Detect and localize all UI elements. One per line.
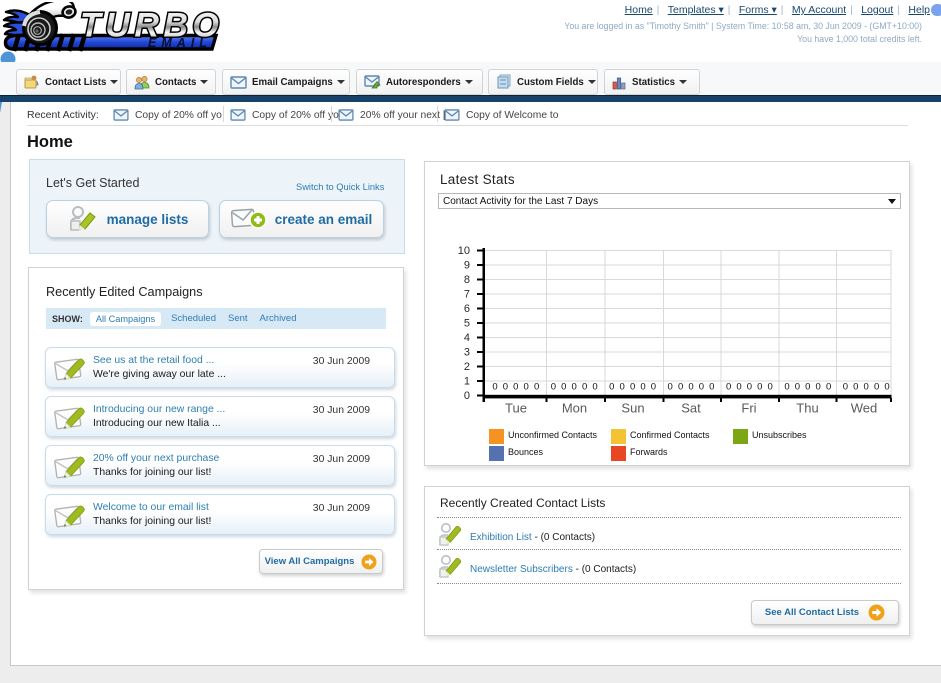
svg-text:9: 9 — [464, 260, 470, 272]
svg-text:0: 0 — [464, 390, 470, 402]
svg-text:EMAIL: EMAIL — [148, 36, 212, 50]
svg-text:0: 0 — [492, 382, 497, 393]
svg-text:6: 6 — [464, 303, 470, 315]
svg-text:7: 7 — [464, 289, 470, 301]
svg-text:0: 0 — [513, 382, 518, 393]
svg-text:10: 10 — [458, 245, 470, 257]
svg-text:Fri: Fri — [741, 401, 756, 416]
svg-text:0: 0 — [534, 382, 539, 393]
svg-text:4: 4 — [464, 332, 470, 344]
svg-text:Sat: Sat — [681, 401, 701, 416]
svg-text:5: 5 — [464, 318, 470, 330]
svg-text:1: 1 — [464, 376, 470, 388]
svg-text:Thu: Thu — [796, 401, 818, 416]
svg-text:3: 3 — [464, 347, 470, 359]
svg-text:Mon: Mon — [562, 401, 587, 416]
svg-text:8: 8 — [464, 274, 470, 286]
svg-text:0: 0 — [503, 382, 508, 393]
svg-text:0: 0 — [524, 382, 529, 393]
svg-text:Sun: Sun — [621, 401, 644, 416]
svg-text:2: 2 — [464, 361, 470, 373]
svg-text:Tue: Tue — [505, 401, 527, 416]
svg-text:Wed: Wed — [851, 401, 878, 416]
